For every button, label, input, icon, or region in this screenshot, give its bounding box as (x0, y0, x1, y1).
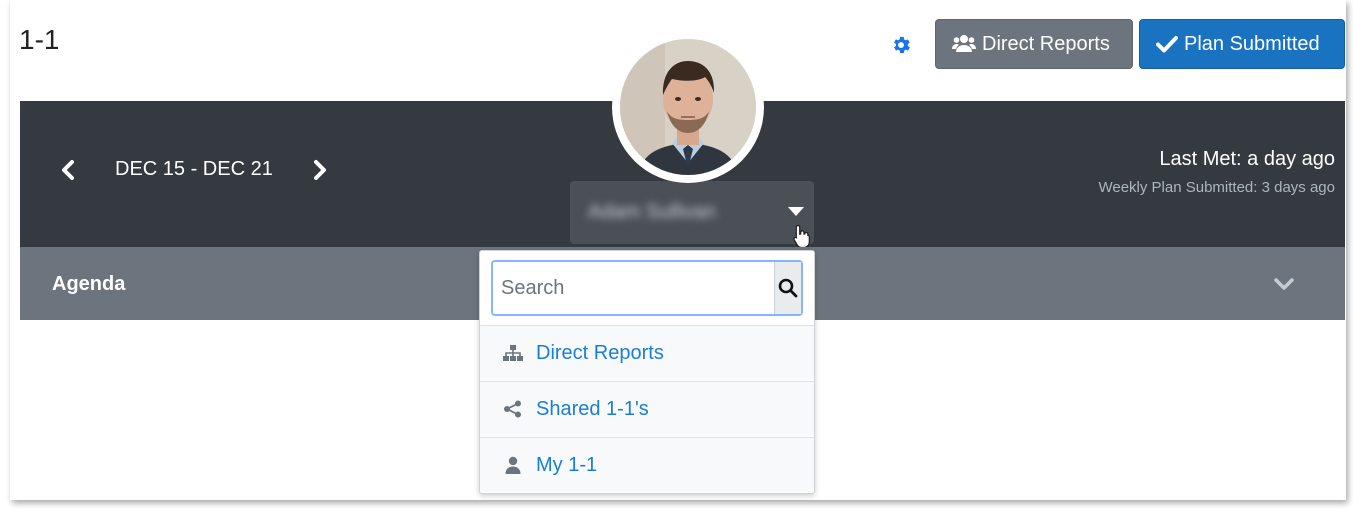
dropdown-item-label: Direct Reports (536, 341, 664, 364)
users-icon (952, 35, 976, 52)
direct-reports-button[interactable]: Direct Reports (935, 19, 1133, 69)
chevron-left-icon[interactable] (60, 159, 76, 181)
chevron-right-icon[interactable] (312, 159, 328, 181)
dropdown-item-direct-reports[interactable]: Direct Reports (480, 325, 814, 380)
dropdown-item-my-1-1[interactable]: My 1-1 (480, 437, 814, 492)
avatar (612, 31, 764, 183)
gear-icon[interactable] (890, 34, 912, 56)
chevron-down-icon[interactable] (1273, 277, 1295, 291)
app-frame: 1-1 Direct Reports Plan Submitted DEC 15… (10, 0, 1346, 500)
caret-down-icon (788, 207, 804, 216)
dropdown-item-label: My 1-1 (536, 453, 598, 476)
user-select-dropdown[interactable]: Adam Sullivan (570, 181, 814, 248)
search-button[interactable] (774, 262, 801, 314)
search-icon (778, 278, 798, 298)
plan-submitted-button[interactable]: Plan Submitted (1139, 19, 1345, 69)
search-input[interactable] (493, 262, 774, 314)
search-box (491, 260, 803, 316)
plan-submitted-label: Plan Submitted (1184, 32, 1320, 55)
sitemap-icon (502, 344, 524, 362)
weekly-plan-status: Weekly Plan Submitted: 3 days ago (1098, 179, 1335, 196)
selected-user-name: Adam Sullivan (588, 201, 716, 223)
share-icon (502, 400, 524, 418)
date-range: DEC 15 - DEC 21 (115, 158, 273, 180)
page-title: 1-1 (19, 24, 60, 55)
profile-photo (620, 39, 756, 175)
dropdown-item-label: Shared 1-1's (536, 397, 649, 420)
hand-cursor-icon (793, 224, 810, 248)
check-icon (1156, 36, 1178, 53)
user-search-dropdown-menu: Direct Reports Shared 1-1's My 1-1 (479, 250, 815, 494)
last-met-text: Last Met: a day ago (1159, 148, 1335, 170)
user-icon (502, 456, 524, 474)
direct-reports-label: Direct Reports (982, 32, 1110, 55)
dropdown-item-shared[interactable]: Shared 1-1's (480, 381, 814, 436)
agenda-label: Agenda (52, 273, 126, 295)
